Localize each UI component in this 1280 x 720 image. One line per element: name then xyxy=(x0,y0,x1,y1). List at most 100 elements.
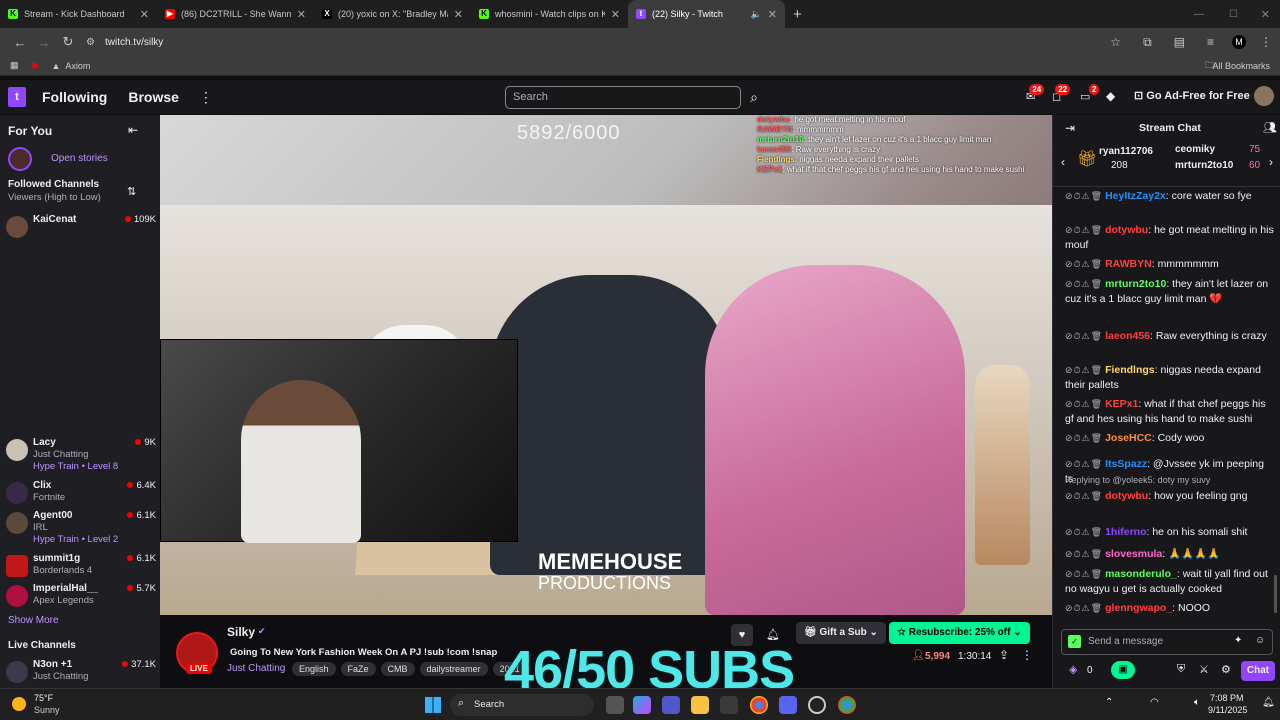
new-tab-icon[interactable]: + xyxy=(793,6,802,23)
browser-tab[interactable]: ▶ (86) DC2TRILL - She Wanna Be ✕ xyxy=(157,0,314,28)
mod-action-icons[interactable]: ⊘⏱⚠🗑︎ xyxy=(1065,399,1103,409)
mod-action-icons[interactable]: ⊘⏱⚠🗑︎ xyxy=(1065,191,1103,201)
store-icon[interactable] xyxy=(720,696,738,714)
gift-sub-button[interactable]: 🎁︎ Gift a Sub ⌄ xyxy=(796,622,886,644)
prime-icon[interactable]: ◆ xyxy=(1106,89,1115,103)
inbox-icon[interactable]: ✉ 24 xyxy=(1026,84,1045,103)
browser-tab[interactable]: K Stream - Kick Dashboard ✕ xyxy=(0,0,157,28)
discord-icon[interactable] xyxy=(779,696,797,714)
chat-username[interactable]: slovesmula xyxy=(1105,548,1162,560)
chat-username[interactable]: RAWBYN xyxy=(1105,258,1152,270)
taskbar-search[interactable]: ⌕ Search xyxy=(450,694,594,716)
tag[interactable]: dailystreamer xyxy=(419,662,488,676)
chrome-icon-2[interactable] xyxy=(838,696,856,714)
stories-avatar[interactable] xyxy=(8,147,32,171)
more-options-icon[interactable]: ⋮ xyxy=(1021,648,1033,662)
search-icon[interactable]: ⌕ xyxy=(743,86,765,109)
go-ad-free-button[interactable]: ⊡ Go Ad-Free for Free xyxy=(1134,89,1250,102)
sidebar-channel[interactable]: KaiCenat 109K xyxy=(6,212,156,242)
sidebar-channel[interactable]: N3on +1 Just Chatting 37.1K xyxy=(6,657,156,687)
mod-action-icons[interactable]: ⊘⏱⚠🗑︎ xyxy=(1065,365,1103,375)
url-input[interactable]: twitch.tv/silky xyxy=(105,37,1110,48)
close-icon[interactable]: ✕ xyxy=(140,8,149,21)
show-more-link[interactable]: Show More xyxy=(8,615,59,626)
mod-action-icons[interactable]: ⊘⏱⚠🗑︎ xyxy=(1065,569,1103,579)
claim-points-button[interactable]: ▣ xyxy=(1111,661,1135,679)
close-icon[interactable]: ✕ xyxy=(454,8,463,21)
sidebar-channel[interactable]: Clix Fortnite 6.4K xyxy=(6,478,156,508)
extensions-icon[interactable]: ⧉ xyxy=(1143,35,1152,50)
obs-icon[interactable] xyxy=(808,696,826,714)
chat-username[interactable]: dotywbu xyxy=(1105,224,1148,236)
collapse-sidebar-icon[interactable]: ⇤ xyxy=(128,123,138,137)
settings-gear-icon[interactable]: ⚙ xyxy=(1221,663,1231,676)
channel-name[interactable]: Silky xyxy=(227,625,255,639)
open-stories-link[interactable]: Open stories xyxy=(51,153,108,164)
browser-tab[interactable]: X (20) yoxic on X: "Bradley Marty ✕ xyxy=(314,0,471,28)
profile-avatar[interactable]: M xyxy=(1232,35,1246,49)
video-player[interactable]: 5892/6000 dotywbu: he got meat melting i… xyxy=(160,115,1052,615)
teams-icon[interactable] xyxy=(662,696,680,714)
sidebar-channel[interactable]: Lacy Just Chatting 9K Hype Train • Level… xyxy=(6,435,156,475)
stream-category[interactable]: Just Chatting xyxy=(227,663,285,674)
tag[interactable]: FaZe xyxy=(340,662,376,676)
chat-scrollbar[interactable] xyxy=(1274,575,1277,613)
chrome-icon[interactable] xyxy=(750,696,768,714)
task-view-icon[interactable] xyxy=(606,696,624,714)
youtube-icon[interactable]: ▶ xyxy=(33,60,40,71)
chevron-right-icon[interactable]: › xyxy=(1269,155,1273,169)
notification-bell-icon[interactable]: 🔔︎ xyxy=(1262,697,1275,708)
bookmark-star-icon[interactable]: ☆ xyxy=(1110,35,1121,49)
clock-time[interactable]: 7:08 PM xyxy=(1210,693,1244,703)
mod-action-icons[interactable]: ⊘⏱⚠🗑︎ xyxy=(1065,527,1103,537)
chat-username[interactable]: masonderulo_ xyxy=(1105,568,1177,580)
mod-sword-icon[interactable]: ⚔ xyxy=(1199,663,1209,676)
shield-icon[interactable]: ⛨ xyxy=(1177,663,1185,676)
weather-temp[interactable]: 75°F xyxy=(34,693,53,703)
close-window-icon[interactable]: ✕ xyxy=(1261,8,1270,21)
chat-username[interactable]: dotywbu xyxy=(1105,490,1148,502)
community-icon[interactable]: 👥︎ xyxy=(1263,121,1277,134)
chat-username[interactable]: JoseHCC xyxy=(1105,432,1152,444)
menu-icon[interactable]: ⋮ xyxy=(1260,35,1272,49)
close-icon[interactable]: ✕ xyxy=(611,8,620,21)
tray-chevron-icon[interactable]: ⌃ xyxy=(1105,697,1113,708)
maximize-icon[interactable]: ☐ xyxy=(1229,9,1238,20)
sort-icon[interactable]: ⇅ xyxy=(127,185,136,198)
user-avatar[interactable] xyxy=(1254,86,1274,106)
sidebar-channel[interactable]: Agent00 IRL 6.1K Hype Train • Level 2 xyxy=(6,508,156,548)
sidepanel-icon[interactable]: ▤ xyxy=(1174,35,1185,49)
more-icon[interactable]: ⋮ xyxy=(199,89,213,106)
sidebar-channel[interactable]: ImperialHal__ Apex Legends 5.7K xyxy=(6,581,156,611)
wifi-icon[interactable]: ◠ xyxy=(1150,697,1159,708)
apps-icon[interactable]: ▦ xyxy=(10,60,19,71)
forward-icon[interactable]: → xyxy=(32,35,56,50)
search-input[interactable]: Search xyxy=(505,86,741,109)
notifications-icon[interactable]: ◻ 22 xyxy=(1052,84,1071,103)
chevron-left-icon[interactable]: ‹ xyxy=(1061,155,1065,169)
resubscribe-button[interactable]: ☆ Resubscribe: 25% off ⌄ xyxy=(889,622,1030,644)
copilot-icon[interactable] xyxy=(633,696,651,714)
mod-action-icons[interactable]: ⊘⏱⚠🗑︎ xyxy=(1065,603,1103,613)
sidebar-channel[interactable]: summit1g Borderlands 4 6.1K xyxy=(6,551,156,581)
back-icon[interactable]: ← xyxy=(8,35,32,50)
all-bookmarks[interactable]: All Bookmarks xyxy=(1212,61,1270,71)
nav-browse[interactable]: Browse xyxy=(128,89,179,105)
chat-username[interactable]: HeyItzZay2x xyxy=(1105,190,1166,202)
chat-username[interactable]: mrturn2to10 xyxy=(1105,278,1166,290)
minimize-icon[interactable]: — xyxy=(1194,9,1204,20)
reload-icon[interactable]: ↻ xyxy=(56,34,80,50)
chat-username[interactable]: laeon456 xyxy=(1105,330,1150,342)
chat-username[interactable]: Fiendlngs xyxy=(1105,364,1155,376)
media-icon[interactable]: ≡ xyxy=(1207,35,1214,49)
chat-input[interactable]: ✓ Send a message ✦ ☺ xyxy=(1061,629,1273,655)
tag[interactable]: English xyxy=(292,662,336,676)
file-explorer-icon[interactable] xyxy=(691,696,709,714)
tag[interactable]: CMB xyxy=(380,662,415,676)
mod-action-icons[interactable]: ⊘⏱⚠🗑︎ xyxy=(1065,459,1103,469)
close-icon[interactable]: ✕ xyxy=(297,8,306,21)
whispers-icon[interactable]: ▭ 2 xyxy=(1080,84,1100,103)
site-info-icon[interactable]: ⚙ xyxy=(86,37,95,48)
windows-start-icon[interactable] xyxy=(425,697,441,713)
volume-icon[interactable]: 🔈︎ xyxy=(1194,697,1200,708)
